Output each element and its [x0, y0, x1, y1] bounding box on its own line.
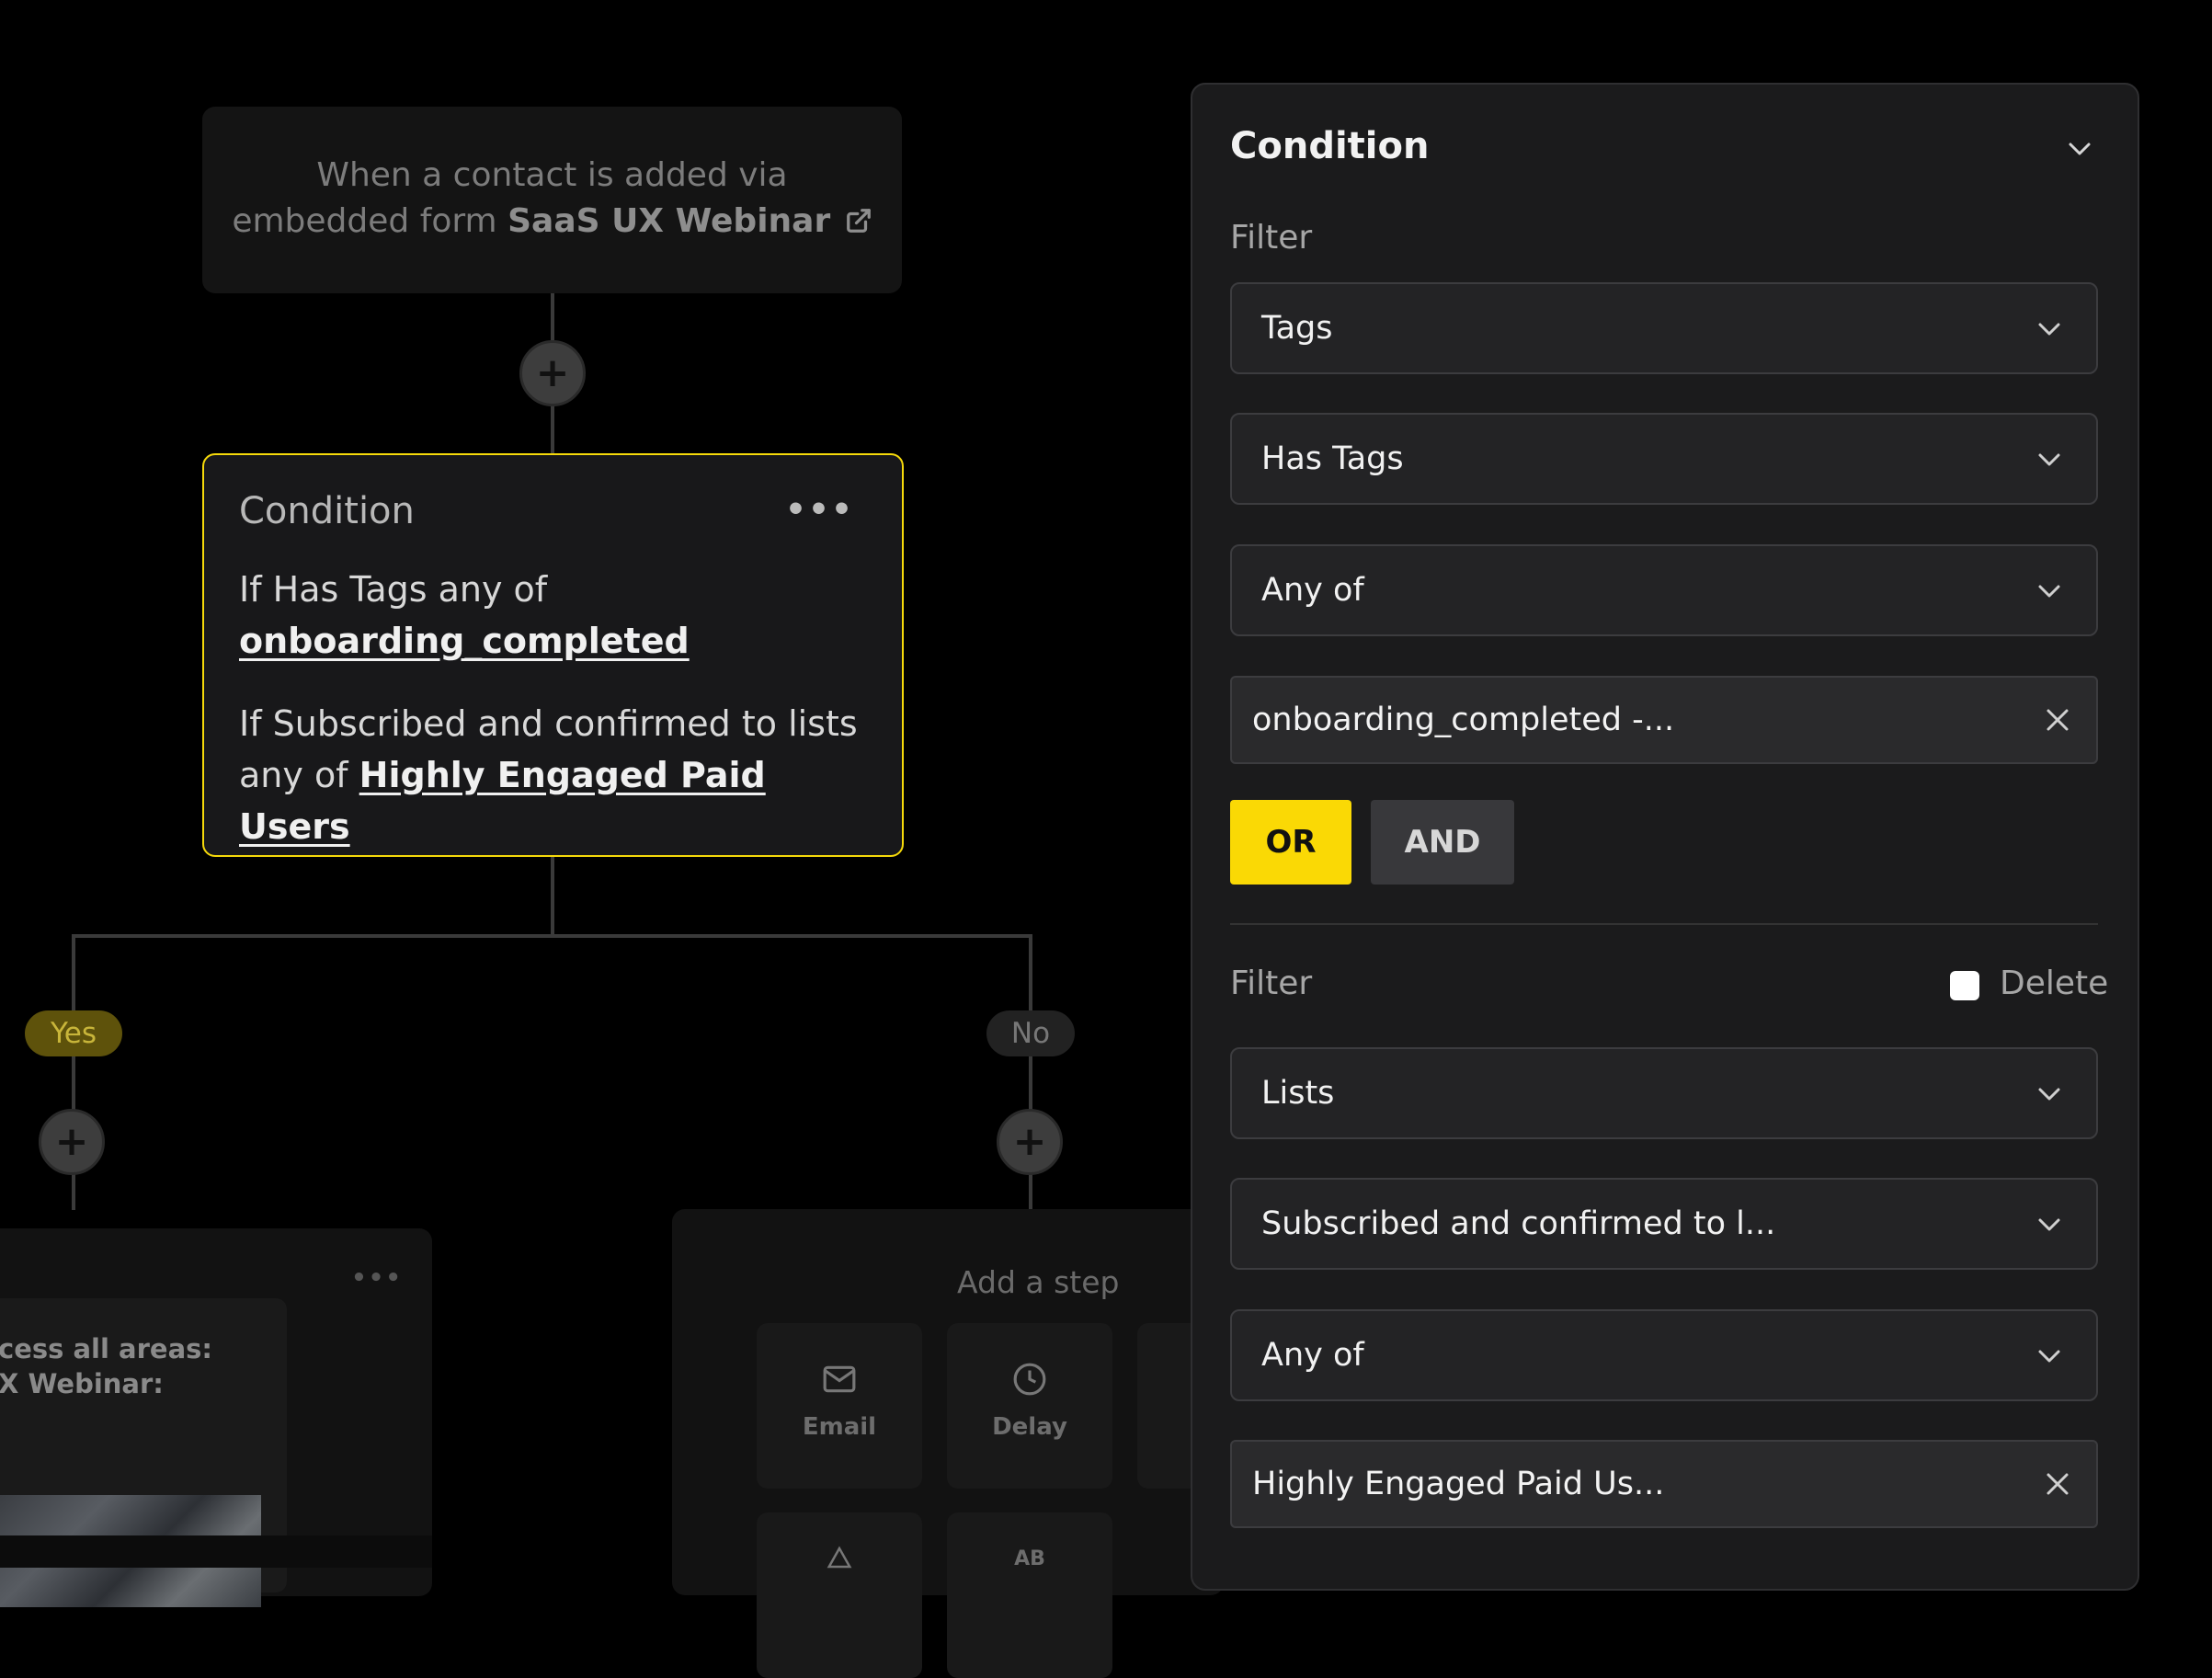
- filter-1-field-select[interactable]: Tags: [1230, 282, 2098, 374]
- trigger-card[interactable]: When a contact is added via embedded for…: [202, 107, 902, 293]
- condition-node-title: Condition: [239, 490, 415, 532]
- yes-branch-badge: Yes: [25, 1010, 122, 1056]
- delete-filter-checkbox[interactable]: [1950, 971, 1979, 1000]
- close-icon[interactable]: [2045, 707, 2070, 733]
- step-option-delay-label: Delay: [992, 1413, 1067, 1441]
- chevron-down-icon: [2038, 323, 2060, 336]
- filter-1-field-value: Tags: [1261, 310, 1333, 347]
- email-preview-line-2: X Webinar:: [0, 1368, 164, 1399]
- trigger-text-2: embedded form: [232, 202, 497, 240]
- filter-2-field-select[interactable]: Lists: [1230, 1047, 2098, 1139]
- branch-line: [551, 857, 554, 938]
- filter-2-field-value: Lists: [1261, 1075, 1335, 1112]
- filter-2-value-text: Highly Engaged Paid Us...: [1252, 1466, 1665, 1502]
- rule2-prefix: If Subscribed and confirmed to lists: [239, 703, 858, 744]
- chevron-down-icon: [2038, 1218, 2060, 1231]
- condition-rule-1: If Has Tags any of onboarding_completed: [239, 564, 867, 667]
- step-option-triangle[interactable]: [757, 1512, 922, 1678]
- delete-filter-label[interactable]: Delete: [2000, 965, 2108, 1002]
- chevron-down-icon: [2038, 1088, 2060, 1101]
- branch-line: [72, 934, 1032, 938]
- filter-1-operator-value: Has Tags: [1261, 440, 1404, 477]
- filter-2-match-select[interactable]: Any of: [1230, 1309, 2098, 1401]
- add-step-card: Add a step Email Delay Co AB: [672, 1209, 1224, 1678]
- filter-1-operator-select[interactable]: Has Tags: [1230, 413, 2098, 505]
- mail-icon: [823, 1365, 856, 1393]
- panel-title: Condition: [1230, 125, 1430, 167]
- email-preview-line-1: cess all areas:: [0, 1333, 212, 1364]
- condition-node[interactable]: Condition ••• If Has Tags any of onboard…: [202, 453, 904, 857]
- trigger-text-line2: embedded form SaaS UX Webinar: [202, 199, 902, 245]
- step-option-ab[interactable]: AB: [947, 1512, 1112, 1678]
- trigger-text: When a contact is added via: [316, 156, 788, 194]
- filter-2-operator-value: Subscribed and confirmed to l...: [1261, 1205, 1776, 1242]
- filter-1-match-value: Any of: [1261, 572, 1364, 609]
- filter-1-value-text: onboarding_completed -...: [1252, 702, 1675, 738]
- step-option-email[interactable]: Email: [757, 1323, 922, 1489]
- rule2-prefix-2: any of: [239, 755, 348, 795]
- add-step-button[interactable]: +: [519, 340, 586, 406]
- rule1-prefix: If Has Tags any of: [239, 569, 548, 610]
- step-option-email-label: Email: [802, 1413, 877, 1441]
- more-horizontal-icon[interactable]: •••: [351, 1266, 403, 1290]
- chevron-down-icon[interactable]: [2065, 138, 2094, 160]
- close-icon[interactable]: [2045, 1471, 2070, 1497]
- trigger-form-link[interactable]: SaaS UX Webinar: [507, 202, 830, 240]
- and-button[interactable]: AND: [1371, 800, 1514, 885]
- external-link-icon[interactable]: [845, 207, 872, 234]
- step-option-delay[interactable]: Delay: [947, 1323, 1112, 1489]
- no-branch-badge: No: [986, 1010, 1075, 1056]
- more-horizontal-icon[interactable]: •••: [785, 494, 854, 527]
- chevron-down-icon: [2038, 453, 2060, 466]
- add-step-title: Add a step: [957, 1264, 1120, 1300]
- add-step-button-yes[interactable]: +: [39, 1109, 105, 1175]
- canvas-bottom-shade: [0, 1535, 432, 1568]
- filter-1-match-select[interactable]: Any of: [1230, 544, 2098, 636]
- add-step-button-no[interactable]: +: [997, 1109, 1063, 1175]
- filter-2-match-value: Any of: [1261, 1337, 1364, 1374]
- filter-2-value-tag[interactable]: Highly Engaged Paid Us...: [1230, 1440, 2098, 1528]
- chevron-down-icon: [2038, 585, 2060, 598]
- step-option-ab-label: AB: [1014, 1547, 1045, 1570]
- filter-1-label: Filter: [1230, 219, 1313, 257]
- filter-2-label: Filter: [1230, 965, 1313, 1002]
- rule1-value-link[interactable]: onboarding_completed: [239, 621, 690, 661]
- or-button[interactable]: OR: [1230, 800, 1351, 885]
- filter-1-value-tag[interactable]: onboarding_completed -...: [1230, 676, 2098, 764]
- chevron-down-icon: [2038, 1350, 2060, 1363]
- clock-icon: [1013, 1363, 1046, 1396]
- condition-rule-2: If Subscribed and confirmed to lists any…: [239, 698, 867, 852]
- filter-2-operator-select[interactable]: Subscribed and confirmed to l...: [1230, 1178, 2098, 1270]
- divider: [1230, 923, 2098, 925]
